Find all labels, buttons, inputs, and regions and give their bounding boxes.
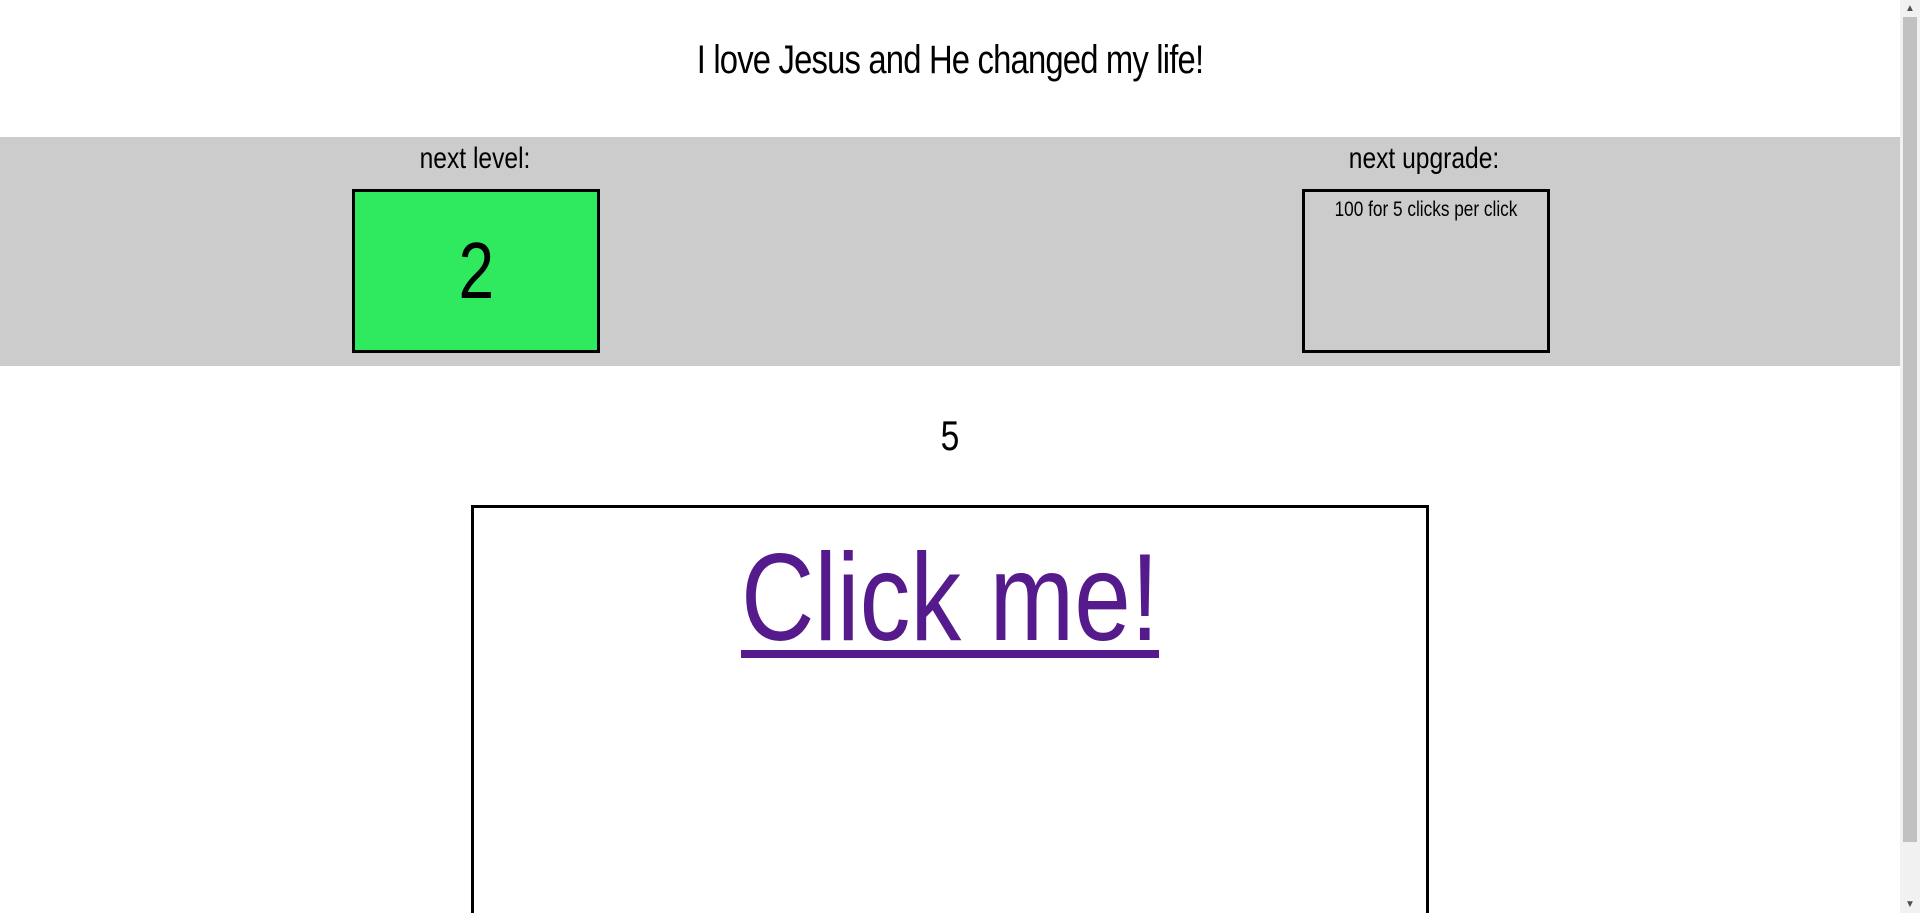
next-level-box: 2 — [352, 189, 600, 353]
click-counter: 5 — [940, 412, 960, 459]
click-me-link[interactable]: Click me! — [560, 524, 1341, 673]
next-level-value: 2 — [458, 226, 494, 315]
arrow-up-icon[interactable]: ▲ — [1900, 0, 1920, 17]
page-title: I love Jesus and He changed my life! — [696, 38, 1204, 82]
vertical-scrollbar[interactable]: ▲ ▼ — [1900, 0, 1920, 913]
next-upgrade-text: 100 for 5 clicks per click — [1334, 198, 1518, 221]
page: I love Jesus and He changed my life! nex… — [0, 0, 1900, 913]
click-area[interactable]: Click me! — [471, 505, 1429, 913]
stats-band — [0, 137, 1900, 366]
arrow-down-icon[interactable]: ▼ — [1900, 896, 1920, 913]
next-upgrade-button[interactable]: 100 for 5 clicks per click — [1302, 189, 1550, 353]
next-upgrade-label: next upgrade: — [1348, 142, 1500, 175]
scrollbar-thumb[interactable] — [1903, 17, 1917, 842]
next-level-label: next level: — [419, 142, 531, 175]
